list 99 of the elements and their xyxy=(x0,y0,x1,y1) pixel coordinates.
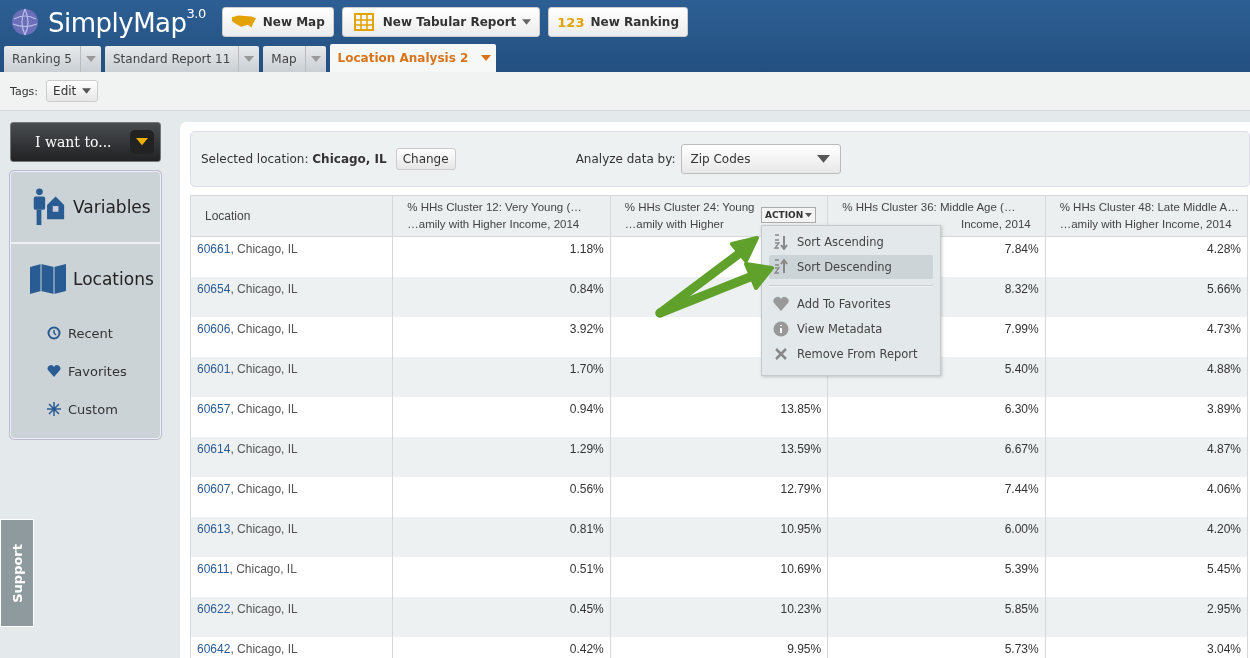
table-cell: 3.89% xyxy=(1206,401,1241,416)
location-cell: 60642, Chicago, IL xyxy=(190,636,393,658)
sidebar-section[interactable]: Variables xyxy=(11,172,160,244)
table-cell: 3.04% xyxy=(1206,641,1241,656)
tab[interactable]: Ranking 5 xyxy=(4,46,101,72)
caret-icon xyxy=(805,212,813,218)
caret-icon xyxy=(522,19,532,25)
analyze-dropdown[interactable]: Zip Codes xyxy=(681,144,842,174)
table-cell: 0.81% xyxy=(569,521,604,536)
table-cell: 12.79% xyxy=(780,481,822,496)
menu-item[interactable]: View Metadata xyxy=(769,317,933,341)
i-want-to-button[interactable]: I want to... xyxy=(10,122,161,162)
table-cell: 8.32% xyxy=(1004,281,1039,296)
toolbar-button[interactable]: 123 New Ranking xyxy=(548,7,688,37)
table-cell: 10.23% xyxy=(780,601,822,616)
table-cell: 7.44% xyxy=(1004,481,1039,496)
heart-icon xyxy=(773,296,789,312)
column-header[interactable]: % HHs Cluster 48: Late Middle A… …amily with Higher Income, 2014 xyxy=(1045,195,1248,237)
table-cell: 4.06% xyxy=(1206,481,1241,496)
table-cell: 5.85% xyxy=(1004,601,1039,616)
clock-icon xyxy=(47,326,61,340)
location-cell: 60606, Chicago, IL xyxy=(190,316,393,357)
table-cell: 9.95% xyxy=(787,641,822,656)
tab[interactable]: Map xyxy=(263,46,326,72)
sidebar-item[interactable]: Recent xyxy=(47,314,160,352)
column-header[interactable]: Location xyxy=(190,195,393,237)
sidebar-item[interactable]: Custom xyxy=(47,390,160,428)
globe-icon xyxy=(10,7,40,37)
menu-item[interactable]: Sort Descending xyxy=(769,255,933,279)
location-cell: 60654, Chicago, IL xyxy=(190,276,393,317)
caret-icon xyxy=(82,88,92,94)
app-logo: SimplyMap$^{3.0}$ xyxy=(48,6,206,38)
table-cell: 13.59% xyxy=(780,441,822,456)
info-icon xyxy=(773,321,789,337)
caret-icon xyxy=(244,56,255,62)
table-cell: 7.84% xyxy=(1004,242,1039,256)
action-button[interactable]: ACTION xyxy=(761,207,817,223)
sort-icon xyxy=(773,234,789,250)
location-cell: 60657, Chicago, IL xyxy=(190,396,393,437)
sparkle-icon xyxy=(47,402,61,416)
table-cell: 1.18% xyxy=(569,242,604,256)
heart-icon xyxy=(47,364,61,378)
menu-item[interactable]: Remove From Report xyxy=(769,342,933,366)
location-cell: 60613, Chicago, IL xyxy=(190,516,393,557)
zip-link[interactable]: 60657 xyxy=(197,401,231,416)
table-cell: 0.42% xyxy=(569,641,604,656)
toolbar-button[interactable]: New Map xyxy=(221,7,334,37)
table-cell: 4.73% xyxy=(1206,321,1241,336)
caret-icon xyxy=(310,56,321,62)
table-cell: 6.30% xyxy=(1004,401,1039,416)
table-cell: 5.40% xyxy=(1004,361,1039,376)
location-cell: 60611, Chicago, IL xyxy=(190,556,393,597)
table-cell: 10.95% xyxy=(780,521,822,536)
menu-item[interactable]: Add To Favorites xyxy=(769,292,933,316)
sidebar-item[interactable]: Favorites xyxy=(47,352,160,390)
table-cell: 13.85% xyxy=(780,401,822,416)
caret-icon xyxy=(86,56,96,62)
table-cell: 0.56% xyxy=(569,481,604,496)
table-cell: 4.87% xyxy=(1206,441,1241,456)
location-cell: 60661, Chicago, IL xyxy=(190,236,393,277)
toolbar-button[interactable]: New Tabular Report xyxy=(341,7,541,37)
table-cell: 6.00% xyxy=(1004,521,1039,536)
table-cell: 5.45% xyxy=(1206,561,1241,576)
table-cell: 5.66% xyxy=(1206,281,1241,296)
sidebar-section[interactable]: Locations xyxy=(11,244,160,314)
table-cell: 5.73% xyxy=(1004,641,1039,656)
caret-icon xyxy=(136,138,148,146)
table-cell: 3.92% xyxy=(569,321,604,336)
table-cell: 4.20% xyxy=(1206,521,1241,536)
table-cell: 5.39% xyxy=(1004,561,1039,576)
table-cell: 1.29% xyxy=(569,441,604,456)
table-cell: 0.94% xyxy=(569,401,604,416)
table-cell: 10.69% xyxy=(780,561,822,576)
table-cell: 0.51% xyxy=(569,561,604,576)
selected-location: Selected location: Chicago, IL xyxy=(201,152,387,166)
table-cell: 1.70% xyxy=(569,361,604,376)
zip-link[interactable]: 60607 xyxy=(197,481,231,496)
table-cell: 4.28% xyxy=(1206,242,1241,256)
caret-icon xyxy=(817,155,831,163)
table-cell: 4.88% xyxy=(1206,361,1241,376)
edit-button[interactable]: Edit xyxy=(46,80,99,102)
ranking-icon: 123 xyxy=(557,14,585,30)
table-cell: 7.99% xyxy=(1004,321,1039,336)
location-cell: 60614, Chicago, IL xyxy=(190,436,393,477)
column-header[interactable]: % HHs Cluster 12: Very Young (… …amily with Higher Income, 2014 xyxy=(392,195,611,237)
change-button[interactable]: Change xyxy=(395,148,456,170)
analyze-label: Analyze data by: xyxy=(575,152,676,166)
tab[interactable]: Standard Report 11 xyxy=(105,46,260,72)
location-cell: 60601, Chicago, IL xyxy=(190,356,393,397)
caret-icon xyxy=(481,55,492,61)
tags-label: Tags: xyxy=(10,84,39,98)
table-cell: 2.95% xyxy=(1206,601,1241,616)
location-cell: 60622, Chicago, IL xyxy=(190,596,393,637)
table-cell: 0.45% xyxy=(569,601,604,616)
table-cell: 0.84% xyxy=(569,281,604,296)
location-cell: 60607, Chicago, IL xyxy=(190,476,393,517)
close-icon xyxy=(773,346,789,362)
sort-icon xyxy=(773,259,789,275)
table-cell: 6.67% xyxy=(1004,441,1039,456)
